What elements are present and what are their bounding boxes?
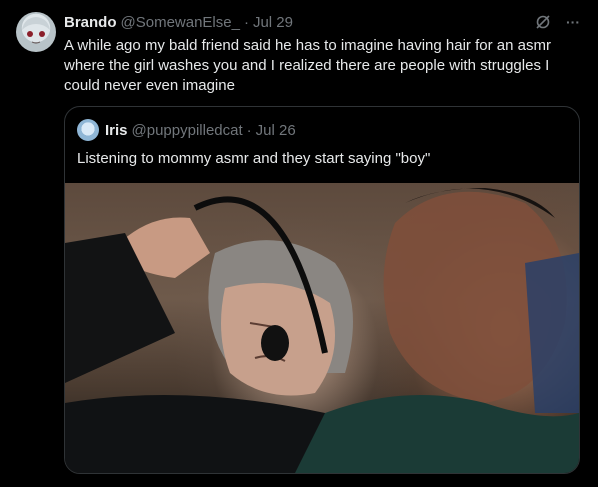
quoted-author-handle: @puppypilledcat [131,121,243,139]
tweet-text: A while ago my bald friend said he has t… [64,37,551,94]
author-avatar[interactable] [16,12,56,52]
photo-illustration [65,188,579,473]
quoted-tweet-text: Listening to mommy asmr and they start s… [77,150,431,167]
author-name[interactable]: Brando [64,14,117,31]
quoted-tweet-photo[interactable] [65,183,579,473]
quoted-tweet-date: Jul 26 [255,121,296,139]
quoted-tweet-header: Iris @puppypilledcat · Jul 26 [77,119,296,141]
more-icon[interactable]: ··· [564,13,582,31]
tweet-actions: ··· [534,13,582,31]
quoted-tweet[interactable]: Iris @puppypilledcat · Jul 26 Listening … [64,106,580,474]
grok-icon[interactable] [534,13,552,31]
quoted-author-avatar [77,119,99,141]
tweet-header: Brando @SomewanElse_ · Jul 29 ··· [64,12,582,32]
author-handle[interactable]: @SomewanElse_ [121,14,240,31]
quoted-author-name: Iris [105,121,128,139]
tweet-date[interactable]: Jul 29 [253,14,293,31]
quoted-separator-dot: · [246,121,252,139]
tweet[interactable]: Brando @SomewanElse_ · Jul 29 ··· A whil… [0,0,598,487]
separator-dot: · [243,13,249,31]
